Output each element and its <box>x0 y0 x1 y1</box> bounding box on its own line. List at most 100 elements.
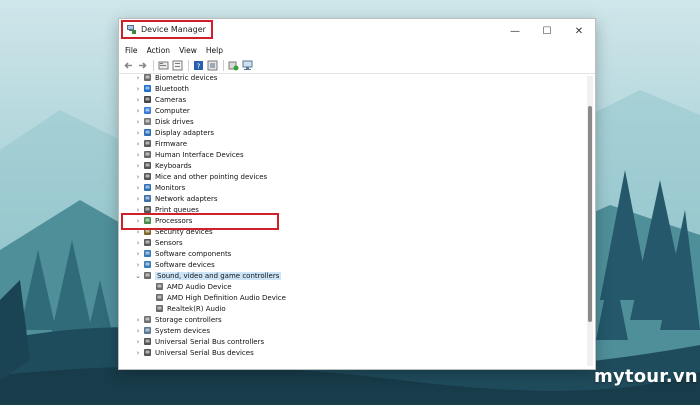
sound-category-highlight-box <box>121 213 279 230</box>
chevron-right-icon[interactable]: › <box>133 327 143 335</box>
update-driver-icon[interactable] <box>228 60 239 71</box>
chevron-right-icon[interactable]: › <box>133 173 143 181</box>
tree-device-item[interactable]: AMD High Definition Audio Device <box>119 292 585 303</box>
tree-category-label: Software components <box>155 249 232 258</box>
device-manager-window: Device Manager — ☐ ✕ File Action View He… <box>118 18 596 370</box>
tree-category-item[interactable]: › Storage controllers <box>119 314 585 325</box>
chevron-right-icon[interactable]: › <box>133 140 143 148</box>
vertical-scrollbar[interactable] <box>587 76 593 366</box>
tree-category-item[interactable]: › Keyboards <box>119 160 585 171</box>
back-arrow-icon[interactable] <box>123 60 134 71</box>
tree-device-label: AMD High Definition Audio Device <box>167 293 286 302</box>
tree-category-item[interactable]: › Universal Serial Bus devices <box>119 347 585 358</box>
tree-category-label: Bluetooth <box>155 84 189 93</box>
device-category-icon <box>144 338 151 345</box>
chevron-right-icon[interactable]: › <box>133 74 143 82</box>
tree-category-item[interactable]: › Network adapters <box>119 193 585 204</box>
device-category-icon <box>144 316 151 323</box>
tree-category-label: Software devices <box>155 260 215 269</box>
scrollbar-thumb[interactable] <box>588 106 592 322</box>
scan-hardware-icon[interactable] <box>242 60 253 71</box>
chevron-right-icon[interactable]: › <box>133 85 143 93</box>
title-bar[interactable]: Device Manager — ☐ ✕ <box>119 19 595 43</box>
tree-device-item[interactable]: AMD Audio Device <box>119 281 585 292</box>
tree-category-item[interactable]: › Software components <box>119 248 585 259</box>
chevron-right-icon[interactable]: › <box>133 151 143 159</box>
tree-category-item[interactable]: › Mice and other pointing devices <box>119 171 585 182</box>
chevron-right-icon[interactable]: › <box>133 261 143 269</box>
tree-category-label: Keyboards <box>155 161 192 170</box>
tree-category-item[interactable]: ⌄ Sound, video and game controllers <box>119 270 585 281</box>
window-controls: — ☐ ✕ <box>499 19 595 43</box>
tree-category-label: Display adapters <box>155 128 215 137</box>
tree-device-item[interactable]: Realtek(R) Audio <box>119 303 585 314</box>
device-category-icon <box>144 74 151 81</box>
close-button[interactable]: ✕ <box>563 19 595 43</box>
chevron-right-icon[interactable]: › <box>133 239 143 247</box>
menu-help[interactable]: Help <box>206 46 223 55</box>
chevron-right-icon[interactable]: › <box>133 107 143 115</box>
chevron-right-icon[interactable]: › <box>133 118 143 126</box>
speaker-icon <box>156 294 163 301</box>
chevron-right-icon[interactable]: › <box>133 195 143 203</box>
device-category-icon <box>144 239 151 246</box>
tree-category-label: Universal Serial Bus devices <box>155 348 254 357</box>
chevron-right-icon[interactable]: › <box>133 96 143 104</box>
chevron-right-icon[interactable]: › <box>133 129 143 137</box>
device-category-icon <box>144 118 151 125</box>
device-icon[interactable] <box>207 60 218 71</box>
tree-category-label: Universal Serial Bus controllers <box>155 337 265 346</box>
tree-category-label: Computer <box>155 106 190 115</box>
tree-category-label: Sound, video and game controllers <box>155 271 282 280</box>
tree-device-label: Realtek(R) Audio <box>167 304 226 313</box>
device-category-icon <box>144 140 151 147</box>
tree-category-item[interactable]: › Biometric devices <box>119 74 585 83</box>
properties-icon[interactable] <box>158 60 169 71</box>
tree-device-label: AMD Audio Device <box>167 282 232 291</box>
device-category-icon <box>144 272 151 279</box>
chevron-down-icon[interactable]: ⌄ <box>133 272 143 280</box>
tree-category-item[interactable]: › Software devices <box>119 259 585 270</box>
chevron-right-icon[interactable]: › <box>133 316 143 324</box>
details-icon[interactable] <box>172 60 183 71</box>
tree-category-label: Firmware <box>155 139 188 148</box>
tree-category-item[interactable]: › Cameras <box>119 94 585 105</box>
chevron-right-icon[interactable]: › <box>133 338 143 346</box>
tree-category-label: Storage controllers <box>155 315 222 324</box>
tree-category-item[interactable]: › Human Interface Devices <box>119 149 585 160</box>
device-category-icon <box>144 151 151 158</box>
chevron-right-icon[interactable]: › <box>133 162 143 170</box>
maximize-button[interactable]: ☐ <box>531 19 563 43</box>
help-icon[interactable]: ? <box>193 60 204 71</box>
chevron-right-icon[interactable]: › <box>133 349 143 357</box>
minimize-button[interactable]: — <box>499 19 531 43</box>
tree-category-item[interactable]: › Disk drives <box>119 116 585 127</box>
chevron-right-icon[interactable]: › <box>133 250 143 258</box>
tree-category-item[interactable]: › Firmware <box>119 138 585 149</box>
tree-category-item[interactable]: › Display adapters <box>119 127 585 138</box>
toolbar-separator <box>153 59 154 71</box>
forward-arrow-icon[interactable] <box>137 60 148 71</box>
device-manager-icon <box>127 25 136 34</box>
toolbar-separator <box>223 59 224 71</box>
tree-category-item[interactable]: › Monitors <box>119 182 585 193</box>
device-category-icon <box>144 173 151 180</box>
watermark-logo: mytour.vn <box>594 366 698 387</box>
chevron-right-icon[interactable]: › <box>133 184 143 192</box>
device-category-icon <box>144 261 151 268</box>
device-category-icon <box>144 250 151 257</box>
tree-category-item[interactable]: › Universal Serial Bus controllers <box>119 336 585 347</box>
toolbar: ? <box>119 57 595 74</box>
device-category-icon <box>144 129 151 136</box>
menu-file[interactable]: File <box>125 46 138 55</box>
tree-category-item[interactable]: › System devices <box>119 325 585 336</box>
toolbar-separator <box>188 59 189 71</box>
tree-category-item[interactable]: › Computer <box>119 105 585 116</box>
device-category-icon <box>144 195 151 202</box>
tree-category-item[interactable]: › Sensors <box>119 237 585 248</box>
tree-category-item[interactable]: › Bluetooth <box>119 83 585 94</box>
menu-view[interactable]: View <box>179 46 197 55</box>
tree-category-label: Mice and other pointing devices <box>155 172 268 181</box>
menu-action[interactable]: Action <box>147 46 171 55</box>
tree-category-label: Monitors <box>155 183 186 192</box>
